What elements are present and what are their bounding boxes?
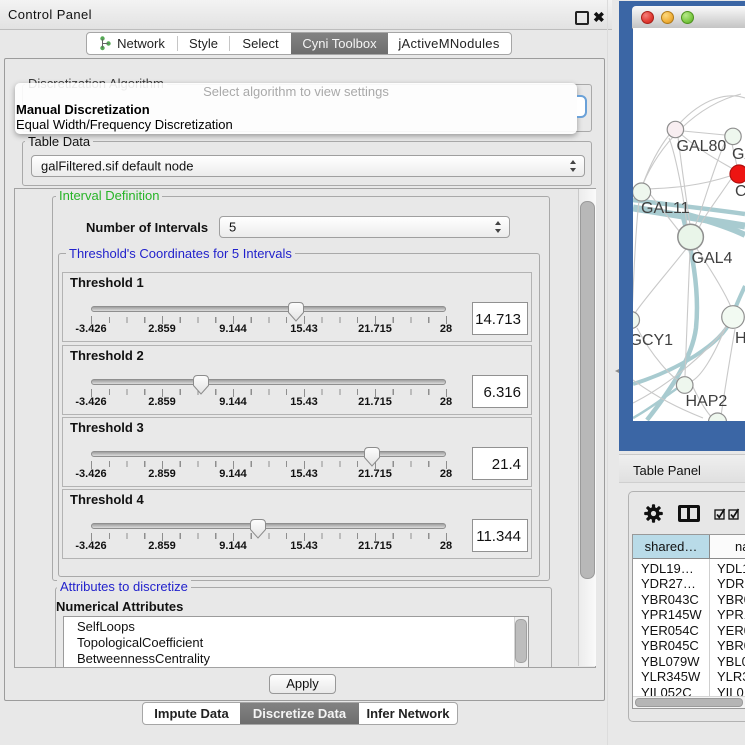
svg-text:HAP2: HAP2 xyxy=(686,393,728,410)
svg-text:H: H xyxy=(735,330,745,347)
svg-text:GAL11: GAL11 xyxy=(641,200,690,217)
svg-text:GAL80: GAL80 xyxy=(677,138,727,155)
svg-text:GCY1: GCY1 xyxy=(633,332,673,349)
svg-text:CD: CD xyxy=(735,183,745,200)
svg-text:GA: GA xyxy=(732,146,745,163)
svg-text:GAL4: GAL4 xyxy=(692,250,733,267)
